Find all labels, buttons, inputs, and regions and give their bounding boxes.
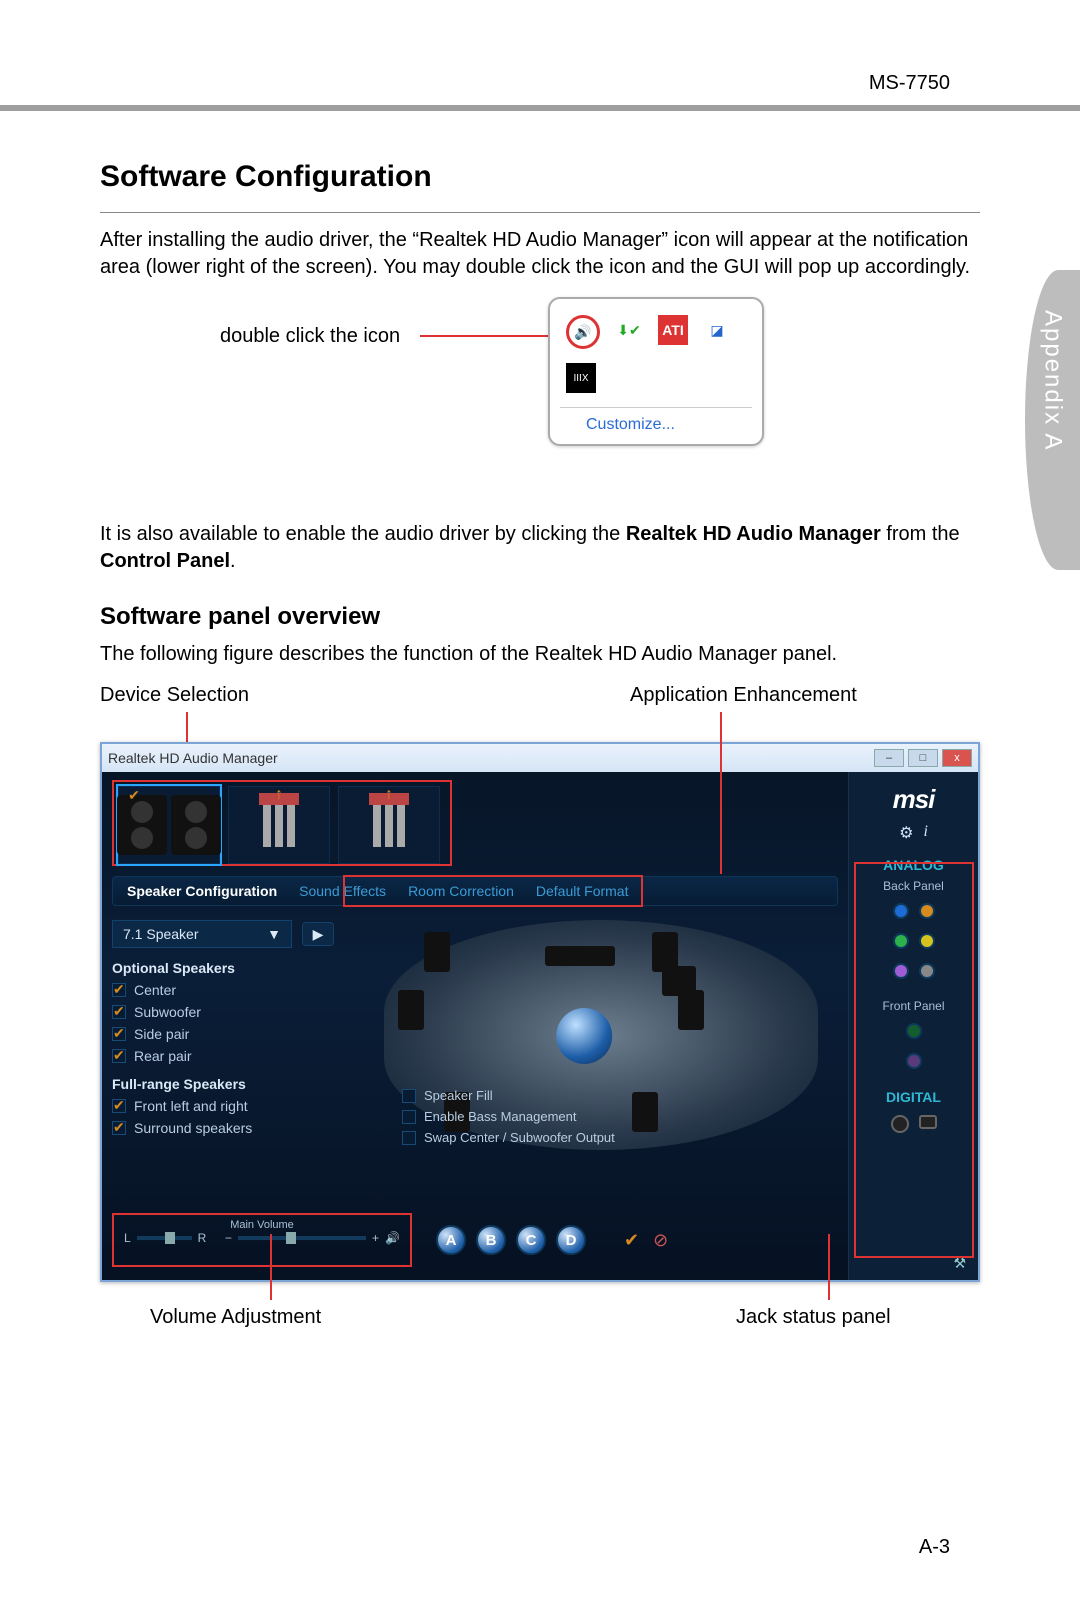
checkbox-front-lr[interactable]: Front left and right — [112, 1098, 372, 1114]
jack-status-highlight — [854, 862, 974, 1258]
tab-speaker-configuration[interactable]: Speaker Configuration — [127, 883, 277, 899]
realtek-hd-audio-manager-text: Realtek HD Audio Manager — [626, 523, 881, 545]
config-left-column: 7.1 Speaker ▼ ▶ Optional Speakers Center… — [112, 920, 372, 1150]
page-content: Software Configuration After installing … — [100, 160, 980, 1368]
window-maximize-button[interactable]: □ — [908, 749, 938, 767]
stage-front-right[interactable] — [652, 932, 678, 972]
notification-area-popup: 🔊 ⬇✔ ATI ◪ IIIX Customize... — [548, 297, 764, 446]
preset-buttons: A B C D — [436, 1225, 586, 1255]
preset-c[interactable]: C — [516, 1225, 546, 1255]
callout-line — [720, 712, 722, 874]
heading-software-configuration: Software Configuration — [100, 160, 980, 194]
stage-side-right[interactable] — [678, 990, 704, 1030]
overview-paragraph: The following figure describes the funct… — [100, 641, 980, 668]
balance-l: L — [124, 1231, 131, 1245]
checkbox-swap-center-sub[interactable]: Swap Center / Subwoofer Output — [402, 1130, 615, 1145]
preset-d[interactable]: D — [556, 1225, 586, 1255]
thx-icon[interactable]: IIIX — [566, 363, 596, 393]
chevron-down-icon: ▼ — [267, 926, 281, 942]
speaker-mode-select[interactable]: 7.1 Speaker ▼ — [112, 920, 292, 948]
stage-side-left[interactable] — [398, 990, 424, 1030]
device-selection-strip: ✔ ↑ ↑ — [112, 780, 452, 866]
callout-jack-status: Jack status panel — [736, 1306, 891, 1329]
tray-caption: double click the icon — [220, 325, 400, 348]
callout-volume-adjustment: Volume Adjustment — [150, 1306, 321, 1329]
play-test-button[interactable]: ▶ — [302, 922, 334, 946]
cancel-icon[interactable]: ⊘ — [653, 1230, 668, 1251]
stage-rear-right[interactable] — [632, 1092, 658, 1132]
stage-center-speaker[interactable] — [545, 946, 615, 966]
full-range-heading: Full-range Speakers — [112, 1076, 372, 1092]
checkbox-subwoofer[interactable]: Subwoofer — [112, 1004, 372, 1020]
footer-row: Main Volume L R − + 🔊 — [112, 1210, 708, 1270]
window-titlebar: Realtek HD Audio Manager – □ x — [102, 744, 978, 772]
text: from the — [881, 523, 960, 545]
window-close-button[interactable]: x — [942, 749, 972, 767]
appendix-label: Appendix A — [1039, 310, 1067, 451]
checkbox-rear-pair[interactable]: Rear pair — [112, 1048, 372, 1064]
text: . — [230, 550, 236, 572]
checkbox-side-pair[interactable]: Side pair — [112, 1026, 372, 1042]
checkbox-speaker-fill[interactable]: Speaker Fill — [402, 1088, 615, 1103]
balance-slider[interactable] — [137, 1236, 192, 1240]
lower-callouts: Volume Adjustment Jack status panel — [100, 1288, 980, 1368]
para-control-panel: It is also available to enable the audio… — [100, 521, 980, 575]
heading-rule — [100, 212, 980, 213]
stage-listener-icon — [556, 1008, 612, 1064]
volume-adjustment-box: Main Volume L R − + 🔊 — [112, 1213, 412, 1267]
header-rule — [0, 105, 1080, 111]
msi-logo: msi — [893, 784, 935, 815]
tray-separator — [560, 407, 752, 408]
window-title: Realtek HD Audio Manager — [108, 750, 278, 766]
preset-a[interactable]: A — [436, 1225, 466, 1255]
realtek-audio-manager-window: Realtek HD Audio Manager – □ x ✔ ↑ — [100, 742, 980, 1282]
right-checkbox-column: Speaker Fill Enable Bass Management Swap… — [402, 1082, 615, 1151]
checkbox-center[interactable]: Center — [112, 982, 372, 998]
info-icon[interactable]: i — [923, 823, 927, 843]
stage-front-left[interactable] — [424, 932, 450, 972]
main-volume-slider[interactable] — [238, 1236, 366, 1240]
tray-icons: 🔊 ⬇✔ ATI ◪ IIIX — [560, 311, 752, 405]
ok-cancel-icons: ✔ ⊘ — [624, 1230, 668, 1251]
window-minimize-button[interactable]: – — [874, 749, 904, 767]
volume-minus[interactable]: − — [225, 1231, 232, 1245]
device-speakers[interactable]: ✔ — [118, 786, 220, 864]
optional-speakers-heading: Optional Speakers — [112, 960, 372, 976]
device-digital-out-2[interactable]: ↑ — [338, 786, 440, 864]
checkbox-bass-management[interactable]: Enable Bass Management — [402, 1109, 615, 1124]
text: It is also available to enable the audio… — [100, 523, 626, 545]
settings-gear-icon[interactable]: ⚙ — [899, 823, 913, 843]
display-icon[interactable]: ◪ — [702, 315, 732, 345]
upper-callouts: Device Selection Application Enhancement — [100, 684, 980, 724]
device-digital-out-1[interactable]: ↑ — [228, 786, 330, 864]
realtek-icon[interactable]: 🔊 — [566, 315, 600, 349]
appendix-tab: Appendix A — [1025, 270, 1080, 570]
app-enhancement-highlight — [343, 875, 643, 907]
ok-icon[interactable]: ✔ — [624, 1230, 639, 1251]
callout-line — [270, 1234, 272, 1300]
callout-line — [828, 1234, 830, 1300]
preset-b[interactable]: B — [476, 1225, 506, 1255]
heading-panel-overview: Software panel overview — [100, 603, 980, 631]
tab-row: Speaker Configuration Sound Effects Room… — [112, 876, 838, 906]
checkbox-surround[interactable]: Surround speakers — [112, 1120, 372, 1136]
callout-app-enhancement: Application Enhancement — [630, 684, 857, 707]
ati-icon[interactable]: ATI — [658, 315, 688, 345]
volume-plus[interactable]: + — [372, 1231, 379, 1245]
tray-figure: double click the icon 🔊 ⬇✔ ATI ◪ IIIX Cu… — [100, 297, 980, 497]
intro-paragraph: After installing the audio driver, the “… — [100, 227, 980, 281]
speaker-icon[interactable]: 🔊 — [385, 1231, 400, 1245]
callout-device-selection: Device Selection — [100, 684, 249, 707]
callout-line — [186, 712, 188, 742]
main-panel: ✔ ↑ ↑ Speaker Configuration Sound Effect… — [102, 772, 848, 1280]
select-value: 7.1 Speaker — [123, 926, 199, 942]
model-number: MS-7750 — [869, 72, 950, 95]
balance-r: R — [198, 1231, 207, 1245]
control-panel-text: Control Panel — [100, 550, 230, 572]
page-number: A-3 — [919, 1536, 950, 1559]
customize-link[interactable]: Customize... — [560, 416, 752, 434]
device-ok-icon[interactable]: ⬇✔ — [614, 315, 644, 345]
balance-slider-row: L R − + 🔊 — [124, 1231, 400, 1245]
main-volume-label: Main Volume — [124, 1219, 400, 1231]
